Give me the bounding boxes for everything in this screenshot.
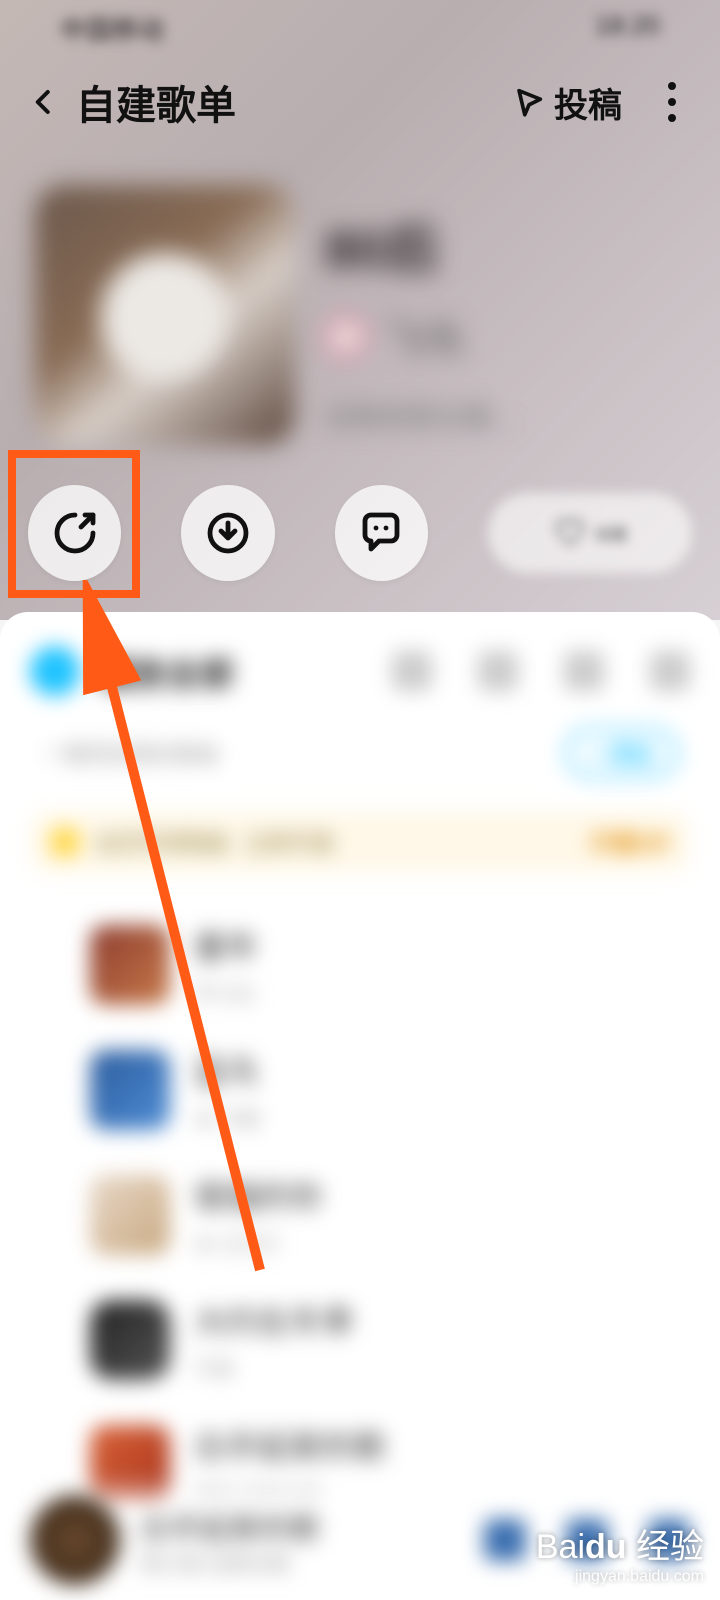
heart-icon (553, 516, 587, 550)
menu-icon[interactable] (650, 651, 690, 691)
mini-player-title: 白手起家的歌 (140, 1504, 320, 1548)
comment-button[interactable] (335, 485, 428, 581)
playlist-cover[interactable] (35, 185, 295, 445)
submit-label: 投稿 (554, 78, 622, 127)
song-art (90, 925, 170, 1005)
page-title: 自建歌单 (76, 73, 236, 131)
promo-text-a: 会员专享歌曲 (96, 826, 228, 858)
song-title: 倔强的你 (194, 1172, 322, 1218)
status-bar: 中国移动 18:20 (0, 10, 720, 60)
mini-player-play-icon[interactable] (484, 1519, 526, 1561)
suggest-add-button[interactable]: + 添加 (565, 728, 678, 778)
song-art (90, 1050, 170, 1130)
dot-icon (668, 82, 676, 90)
download-icon (204, 509, 252, 557)
promo-cta: 开通VIP (591, 826, 670, 858)
chevron-left-icon (29, 87, 59, 117)
like-label: 收藏 (595, 521, 627, 545)
playlist-desc: 经典老歌合集… (325, 396, 521, 436)
song-art (90, 1300, 170, 1380)
multiselect-icon[interactable] (564, 651, 604, 691)
back-button[interactable] (22, 80, 66, 124)
promo-text-b: 立即开通 (244, 826, 332, 858)
header: 自建歌单 投稿 (0, 62, 720, 142)
submit-button[interactable]: 投稿 (512, 78, 622, 127)
song-subtitle: ★ 五月天 (194, 1228, 322, 1257)
suggest-hint: 一键添加相似歌曲 (42, 737, 218, 769)
watermark: Baidu 经验 jingyan.baidu.com (536, 1519, 704, 1586)
play-all-label: 播放全部 (98, 647, 234, 696)
author-avatar (325, 316, 367, 358)
playlist-info: 80后 飞鸟 经典老歌合集… (35, 185, 680, 445)
author-name: 飞鸟 (383, 308, 463, 366)
song-title: 大约在冬季 (194, 1297, 354, 1343)
status-time: 18:20 (595, 10, 660, 60)
song-title: 蓝鸟 (194, 1047, 260, 1093)
suggest-row: 一键添加相似歌曲 + 添加 (0, 696, 720, 790)
share-button[interactable] (28, 485, 121, 581)
song-title: 白手起家的歌 (194, 1422, 386, 1468)
watermark-url: jingyan.baidu.com (536, 1568, 704, 1586)
song-subtitle: ★ 许巍 (194, 1103, 260, 1132)
action-row: 收藏 (28, 478, 692, 588)
play-triangle-icon (512, 85, 546, 119)
song-list: 童年 罗大佑 蓝鸟 ★ 许巍 倔强的你 ★ 五月天 (0, 894, 720, 1535)
list-header: 播放全部 (0, 636, 720, 696)
play-all-button[interactable] (30, 646, 80, 696)
comment-icon (357, 509, 405, 557)
vip-badge-icon (50, 827, 80, 857)
share-icon (51, 509, 99, 557)
download-button[interactable] (181, 485, 274, 581)
list-item[interactable]: 大约在冬季 齐秦 (0, 1277, 720, 1402)
playlist-title: 80后 (325, 205, 521, 284)
list-item[interactable]: 倔强的你 ★ 五月天 (0, 1152, 720, 1277)
song-subtitle: 罗大佑 (194, 978, 258, 1007)
playlist-author[interactable]: 飞鸟 (325, 308, 521, 366)
song-subtitle: 齐秦 (194, 1353, 354, 1382)
list-item[interactable]: 蓝鸟 ★ 许巍 (0, 1027, 720, 1152)
promo-banner[interactable]: 会员专享歌曲 立即开通 开通VIP (32, 812, 688, 872)
dot-icon (668, 98, 676, 106)
status-carrier: 中国移动 (60, 10, 164, 60)
list-item[interactable]: 童年 罗大佑 (0, 902, 720, 1027)
watermark-brand: Baidu 经验 (536, 1519, 704, 1568)
dot-icon (668, 114, 676, 122)
mini-player-subtitle: 第15首·经典合辑 (140, 1548, 320, 1577)
sort-icon[interactable] (478, 651, 518, 691)
content-panel: 播放全部 一键添加相似歌曲 + 添加 会员专享歌曲 立即开通 开通VIP 童年 … (0, 612, 720, 1600)
more-button[interactable] (652, 80, 692, 124)
like-button[interactable]: 收藏 (488, 493, 692, 573)
song-art (90, 1175, 170, 1255)
search-icon[interactable] (392, 651, 432, 691)
song-title: 童年 (194, 922, 258, 968)
mini-player-art (30, 1495, 120, 1585)
